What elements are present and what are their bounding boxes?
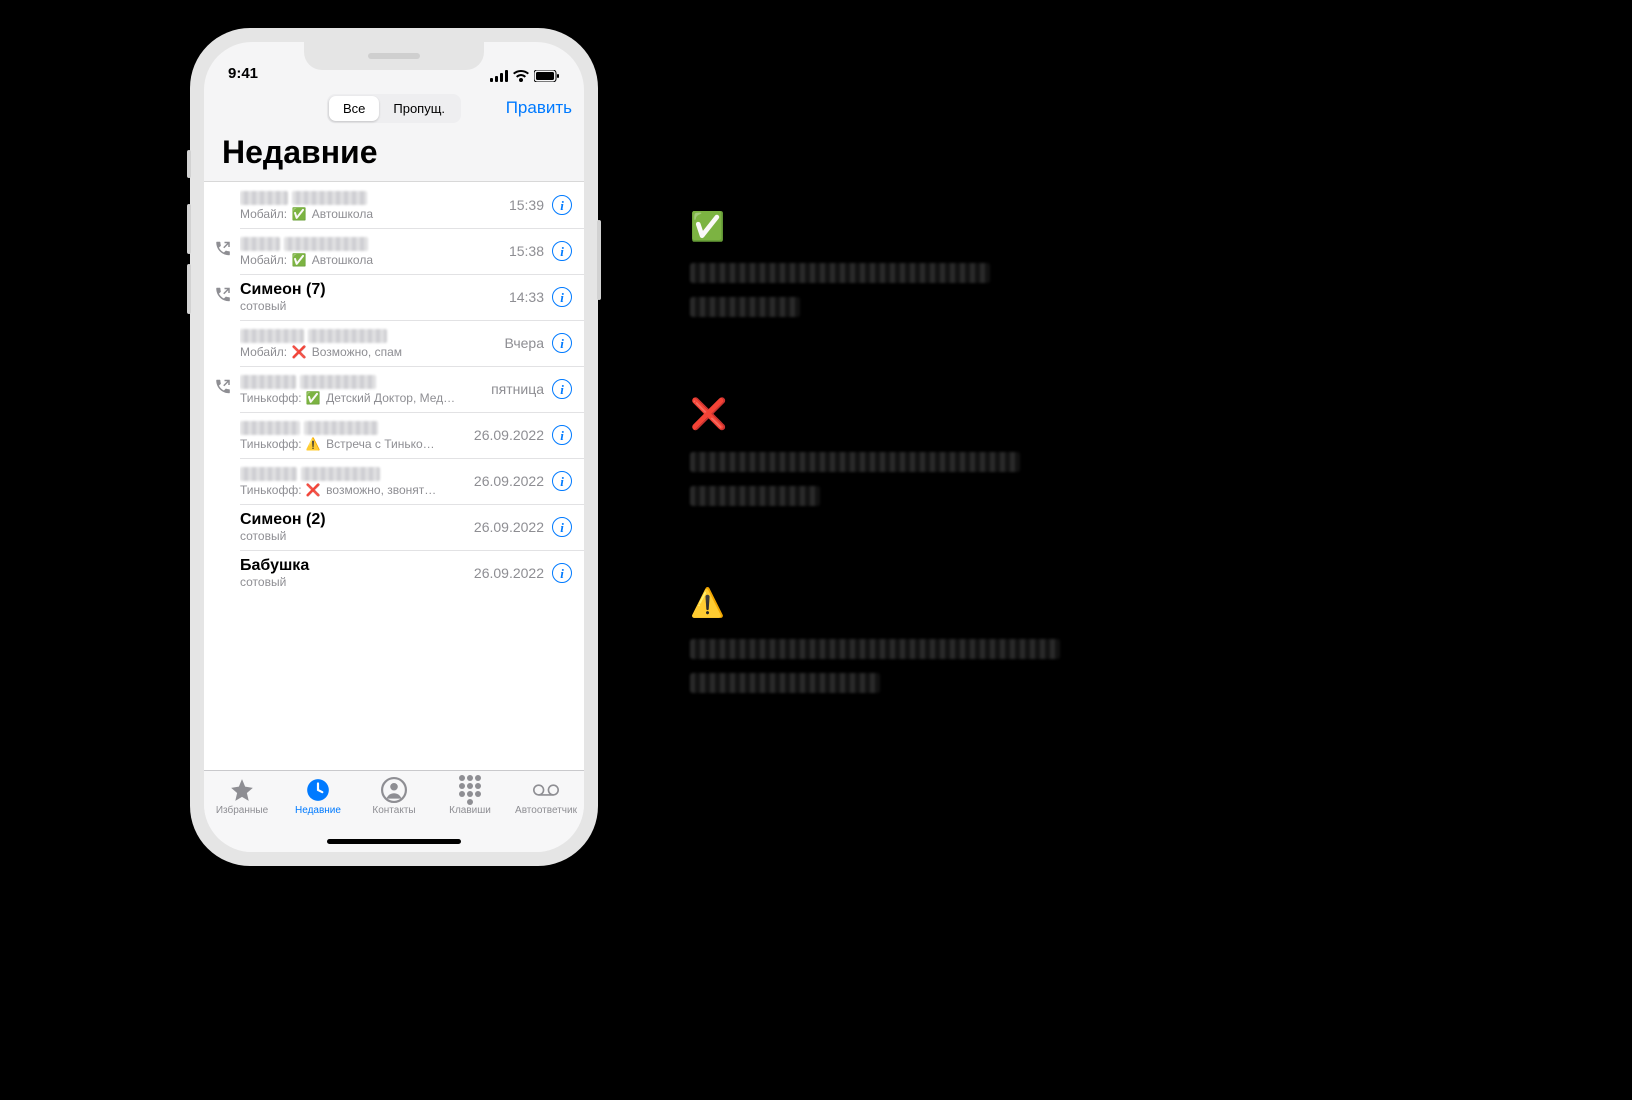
legend-panel: ✅ ❌ ⚠️ (690, 210, 1060, 773)
call-time: 26.09.2022 (474, 565, 544, 581)
call-time: Вчера (504, 335, 544, 351)
call-time: 15:39 (509, 197, 544, 213)
legend-item: ✅ (690, 210, 1060, 317)
info-button[interactable]: i (552, 287, 572, 307)
tab-label: Избранные (216, 805, 268, 816)
info-button[interactable]: i (552, 425, 572, 445)
star-icon (229, 777, 255, 803)
info-button[interactable]: i (552, 195, 572, 215)
caller-name-redacted (240, 189, 509, 207)
segmented-control: Все Пропущ. (327, 94, 461, 123)
tab-favorites[interactable]: Избранные (210, 777, 274, 852)
call-time: 26.09.2022 (474, 473, 544, 489)
notch (304, 42, 484, 70)
legend-text-redacted (690, 452, 1060, 506)
battery-icon (534, 70, 560, 82)
caller-name: Симеон (7) (240, 281, 509, 299)
info-button[interactable]: i (552, 471, 572, 491)
call-subtitle: Тинькофф: ❌ возможно, звонят… (240, 483, 474, 497)
call-row[interactable]: Мобайл: ✅ Автошкола15:39 i (204, 182, 584, 228)
call-time: пятница (491, 381, 544, 397)
call-row[interactable]: Тинькофф: ✅ Детский Доктор, Мед…пятница i (204, 366, 584, 412)
cellular-icon (490, 70, 508, 82)
status-time: 9:41 (228, 65, 258, 82)
tab-label: Недавние (295, 805, 341, 816)
legend-mark: ⚠️ (690, 586, 1060, 619)
legend-mark: ✅ (690, 210, 1060, 243)
tab-voicemail[interactable]: Автоответчик (514, 777, 578, 852)
edit-button[interactable]: Править (506, 98, 572, 118)
legend-mark: ❌ (690, 397, 1060, 432)
call-subtitle: сотовый (240, 299, 509, 313)
caller-name-redacted (240, 327, 504, 345)
navbar: Все Пропущ. Править (204, 86, 584, 130)
call-time: 26.09.2022 (474, 519, 544, 535)
phone-frame: 9:41 Все Пропущ. Править Недавние Мобайл… (190, 28, 598, 866)
segment-missed[interactable]: Пропущ. (379, 96, 459, 121)
caller-name-redacted (240, 235, 509, 253)
tab-label: Контакты (372, 805, 415, 816)
page-title: Недавние (204, 130, 584, 181)
info-button[interactable]: i (552, 379, 572, 399)
call-time: 26.09.2022 (474, 427, 544, 443)
outgoing-call-icon (214, 378, 232, 401)
legend-item: ⚠️ (690, 586, 1060, 693)
caller-name-redacted (240, 465, 474, 483)
outgoing-call-icon (214, 240, 232, 263)
legend-text-redacted (690, 263, 1060, 317)
keypad-icon (457, 777, 483, 803)
status-mark: ❌ (306, 483, 321, 497)
volume-down-button (187, 264, 191, 314)
segment-all[interactable]: Все (329, 96, 379, 121)
call-subtitle: Мобайл: ❌ Возможно, спам (240, 345, 504, 359)
outgoing-call-icon (214, 286, 232, 309)
power-button (597, 220, 601, 300)
call-row[interactable]: Тинькофф: ⚠️ Встреча с Тинько…26.09.2022… (204, 412, 584, 458)
call-row[interactable]: Симеон (2)сотовый26.09.2022 i (204, 504, 584, 550)
legend-text-redacted (690, 639, 1060, 693)
wifi-icon (513, 70, 529, 82)
caller-name: Бабушка (240, 557, 474, 575)
status-mark: ✅ (291, 253, 306, 267)
caller-name-redacted (240, 373, 491, 391)
call-row[interactable]: Симеон (7)сотовый14:33 i (204, 274, 584, 320)
phone-screen: 9:41 Все Пропущ. Править Недавние Мобайл… (204, 42, 584, 852)
status-mark: ⚠️ (306, 437, 321, 451)
status-indicators (490, 70, 560, 82)
caller-name: Симеон (2) (240, 511, 474, 529)
call-row[interactable]: Мобайл: ❌ Возможно, спамВчераi (204, 320, 584, 366)
call-subtitle: Мобайл: ✅ Автошкола (240, 207, 509, 221)
home-indicator[interactable] (327, 839, 461, 844)
status-mark: ✅ (291, 207, 306, 221)
contact-icon (381, 777, 407, 803)
call-subtitle: Тинькофф: ✅ Детский Доктор, Мед… (240, 391, 491, 405)
status-mark: ❌ (291, 345, 306, 359)
voicemail-icon (533, 777, 559, 803)
tab-label: Автоответчик (515, 805, 577, 816)
recents-list[interactable]: Мобайл: ✅ Автошкола15:39i Мобайл: ✅ Авто… (204, 181, 584, 770)
call-subtitle: Тинькофф: ⚠️ Встреча с Тинько… (240, 437, 474, 451)
volume-up-button (187, 204, 191, 254)
info-button[interactable]: i (552, 517, 572, 537)
call-time: 14:33 (509, 289, 544, 305)
info-button[interactable]: i (552, 563, 572, 583)
call-row[interactable]: Тинькофф: ❌ возможно, звонят…26.09.2022 i (204, 458, 584, 504)
clock-icon (305, 777, 331, 803)
call-subtitle: сотовый (240, 575, 474, 589)
status-mark: ✅ (306, 391, 321, 405)
legend-item: ❌ (690, 397, 1060, 506)
call-time: 15:38 (509, 243, 544, 259)
call-subtitle: Мобайл: ✅ Автошкола (240, 253, 509, 267)
call-subtitle: сотовый (240, 529, 474, 543)
call-row[interactable]: Мобайл: ✅ Автошкола15:38 i (204, 228, 584, 274)
tab-label: Клавиши (449, 805, 491, 816)
info-button[interactable]: i (552, 241, 572, 261)
caller-name-redacted (240, 419, 474, 437)
call-row[interactable]: Бабушкасотовый26.09.2022 i (204, 550, 584, 596)
info-button[interactable]: i (552, 333, 572, 353)
mute-switch (187, 150, 191, 178)
